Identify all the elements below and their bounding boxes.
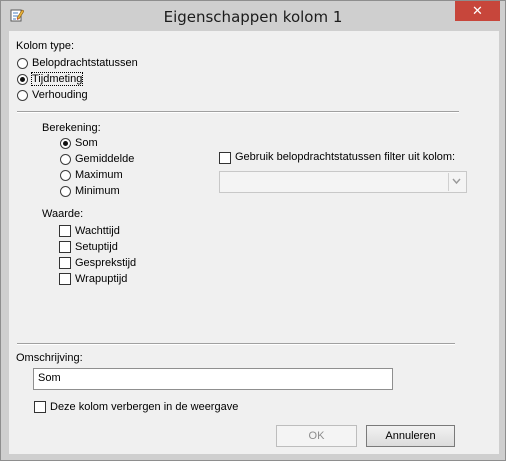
ok-button[interactable]: OK xyxy=(276,425,357,447)
filter-checkbox-label[interactable]: Gebruik belopdrachtstatussen filter uit … xyxy=(235,151,455,163)
dialog-body: Kolom type: Belopdrachtstatussen Tijdmet… xyxy=(9,31,499,454)
radio-gemiddelde[interactable] xyxy=(60,154,71,165)
window-title: Eigenschappen kolom 1 xyxy=(163,8,343,26)
description-label: Omschrijving: xyxy=(16,352,83,364)
radio-tijdmeting[interactable] xyxy=(17,74,28,85)
checkbox-wachttijd-label[interactable]: Wachttijd xyxy=(75,225,120,237)
radio-maximum[interactable] xyxy=(60,170,71,181)
properties-dialog: Eigenschappen kolom 1 ✕ Kolom type: Belo… xyxy=(0,0,506,461)
checkbox-wrapuptijd-label[interactable]: Wrapuptijd xyxy=(75,273,127,285)
radio-som-label[interactable]: Som xyxy=(75,137,98,149)
cancel-button[interactable]: Annuleren xyxy=(366,425,455,447)
chevron-down-icon xyxy=(452,178,461,185)
checkbox-wrapuptijd[interactable] xyxy=(59,273,71,285)
hide-column-checkbox[interactable] xyxy=(34,401,46,413)
checkbox-gesprekstijd[interactable] xyxy=(59,257,71,269)
radio-verhouding-label[interactable]: Verhouding xyxy=(32,89,88,101)
separator-top xyxy=(17,111,459,113)
calculation-label: Berekening: xyxy=(42,122,101,134)
checkbox-setuptijd[interactable] xyxy=(59,241,71,253)
checkbox-wachttijd[interactable] xyxy=(59,225,71,237)
description-input[interactable]: Som xyxy=(33,368,393,390)
radio-belopdrachtstatussen-label[interactable]: Belopdrachtstatussen xyxy=(32,57,138,69)
radio-minimum-label[interactable]: Minimum xyxy=(75,185,120,197)
hide-column-label[interactable]: Deze kolom verbergen in de weergave xyxy=(50,401,238,413)
dropdown-button[interactable] xyxy=(448,173,465,191)
value-label: Waarde: xyxy=(42,208,84,220)
filter-column-select[interactable] xyxy=(219,171,467,193)
title-bar[interactable]: Eigenschappen kolom 1 ✕ xyxy=(1,1,505,31)
checkbox-gesprekstijd-label[interactable]: Gesprekstijd xyxy=(75,257,136,269)
close-icon: ✕ xyxy=(472,3,483,18)
radio-tijdmeting-label[interactable]: Tijdmeting xyxy=(30,72,84,86)
radio-verhouding[interactable] xyxy=(17,90,28,101)
close-button[interactable]: ✕ xyxy=(455,1,500,21)
radio-maximum-label[interactable]: Maximum xyxy=(75,169,123,181)
radio-gemiddelde-label[interactable]: Gemiddelde xyxy=(75,153,134,165)
filter-checkbox[interactable] xyxy=(219,152,231,164)
separator-bottom xyxy=(17,343,455,345)
checkbox-setuptijd-label[interactable]: Setuptijd xyxy=(75,241,118,253)
radio-minimum[interactable] xyxy=(60,186,71,197)
column-type-label: Kolom type: xyxy=(16,40,75,52)
radio-belopdrachtstatussen[interactable] xyxy=(17,58,28,69)
radio-som[interactable] xyxy=(60,138,71,149)
